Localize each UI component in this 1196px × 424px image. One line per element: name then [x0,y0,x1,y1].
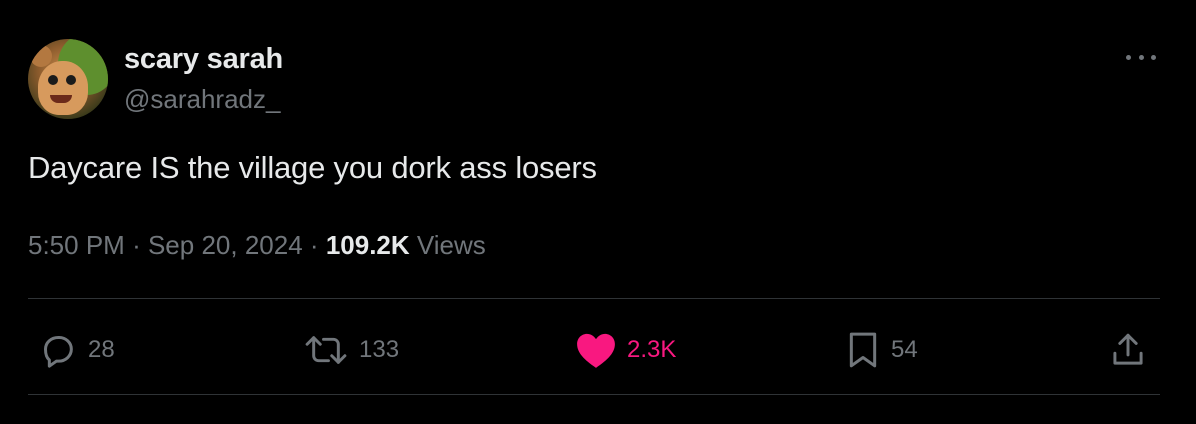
more-dot [1126,54,1131,60]
bookmark-button[interactable]: 54 [845,330,918,370]
avatar-eye [66,75,76,85]
repost-button[interactable]: 133 [303,330,399,370]
share-button[interactable] [1110,330,1146,370]
more-dot [1151,54,1156,60]
tweet-time[interactable]: 5:50 PM [28,230,125,260]
meta-separator: · [309,230,319,260]
reply-icon [44,336,73,368]
meta-separator: · [132,230,141,260]
heart-icon [577,333,615,368]
more-dot [1138,54,1144,60]
author-display-name[interactable]: scary sarah [124,43,283,76]
avatar-face [38,61,88,115]
like-button[interactable]: 2.3K [575,330,676,370]
bookmark-icon [849,332,877,368]
repost-icon [305,336,347,364]
tweet-date[interactable]: Sep 20, 2024 [148,230,303,260]
reply-button[interactable]: 28 [38,330,115,370]
repost-count: 133 [359,336,400,363]
tweet-text: Daycare IS the village you dork ass lose… [28,150,597,185]
tweet-meta: 5:50 PM · Sep 20, 2024 · 109.2K Views [28,230,486,261]
divider [28,298,1160,299]
avatar[interactable] [28,39,108,119]
avatar-eye [48,75,58,85]
more-icon[interactable] [1126,50,1156,64]
like-count: 2.3K [627,336,677,363]
views-label: Views [416,230,486,260]
divider [28,394,1160,395]
views-count[interactable]: 109.2K [326,230,410,260]
reply-count: 28 [88,336,115,363]
bookmark-count: 54 [891,336,918,363]
share-icon [1113,333,1143,365]
author-handle[interactable]: @sarahradz_ [124,84,280,115]
